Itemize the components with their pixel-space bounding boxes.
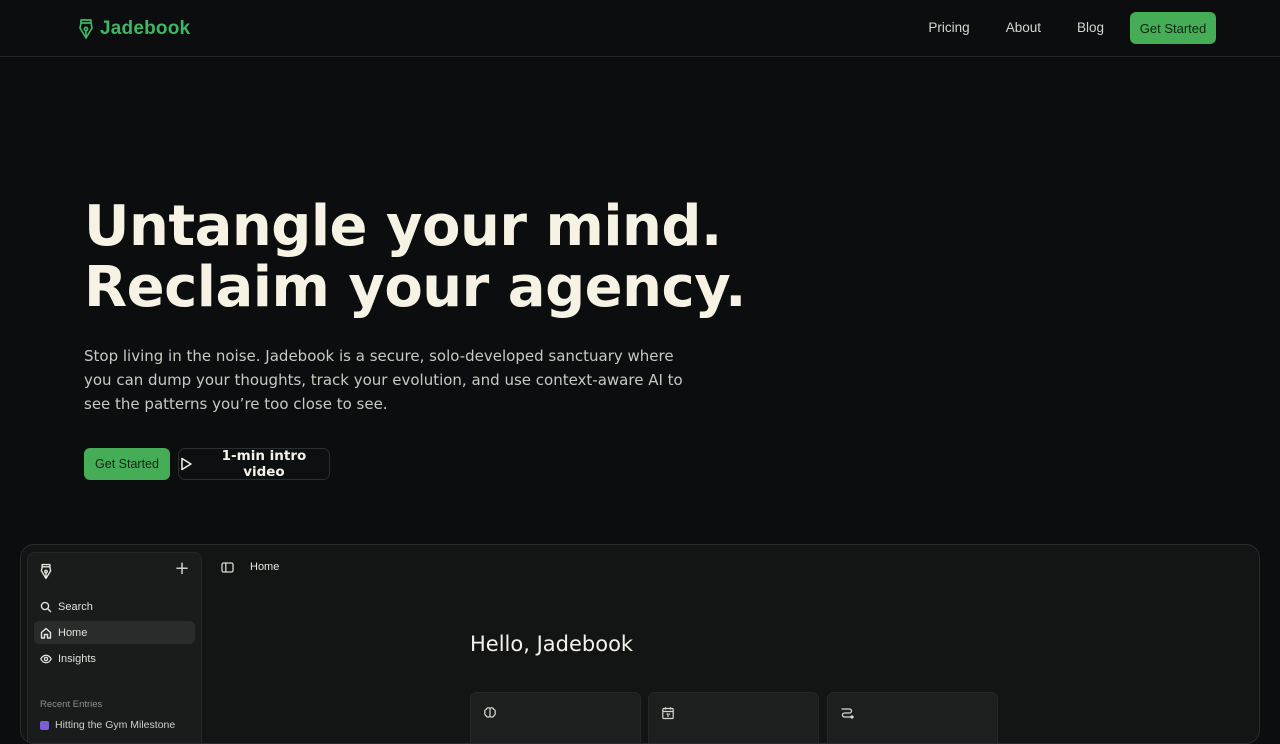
hero-title-line-1: Untangle your mind. bbox=[84, 194, 722, 259]
brain-icon bbox=[484, 707, 496, 718]
sidebar-item-label: Home bbox=[58, 626, 88, 639]
sidebar-item-label: Search bbox=[58, 600, 93, 613]
nav-get-started-button[interactable]: Get Started bbox=[1130, 12, 1216, 44]
hero-title-line-2: Reclaim your agency. bbox=[84, 255, 746, 320]
sidebar-item-search[interactable]: Search bbox=[34, 595, 195, 618]
intro-video-label: 1-min intro video bbox=[221, 448, 307, 480]
sidebar-item-label: Insights bbox=[58, 652, 96, 665]
hero-cta-group: Get Started 1-min intro video bbox=[84, 448, 330, 480]
hero-subtitle: Stop living in the noise. Jadebook is a … bbox=[84, 347, 683, 413]
recent-entry-item[interactable]: Hitting the Gym Milestone bbox=[40, 719, 190, 731]
recent-entries-heading: Recent Entries bbox=[40, 699, 103, 710]
nav-link-blog[interactable]: Blog bbox=[1077, 12, 1104, 44]
nav-link-pricing[interactable]: Pricing bbox=[928, 12, 969, 44]
sidebar-item-home[interactable]: Home bbox=[34, 621, 195, 644]
pen-nib-icon bbox=[40, 563, 52, 580]
app-header: Home bbox=[221, 557, 279, 577]
nav-link-about[interactable]: About bbox=[1006, 12, 1041, 44]
feature-card-timeline[interactable] bbox=[827, 692, 998, 743]
feature-card-calendar[interactable] bbox=[648, 692, 819, 743]
app-sidebar: + Search Home Insights Recent Entries Hi… bbox=[27, 552, 202, 743]
app-preview-window: + Search Home Insights Recent Entries Hi… bbox=[20, 544, 1260, 744]
new-entry-plus-icon[interactable]: + bbox=[172, 559, 192, 579]
play-icon bbox=[181, 457, 192, 471]
sidebar-item-insights[interactable]: Insights bbox=[34, 647, 195, 670]
top-navbar: Jadebook Pricing About Blog Get Started bbox=[0, 0, 1280, 57]
recent-entry-title: Hitting the Gym Milestone bbox=[55, 719, 176, 731]
hero-get-started-button[interactable]: Get Started bbox=[84, 448, 170, 480]
sidebar-toggle-icon[interactable] bbox=[221, 561, 234, 574]
pen-nib-icon bbox=[79, 19, 93, 39]
main-nav: Pricing About Blog Get Started bbox=[928, 12, 1216, 44]
brand-logo-link[interactable]: Jadebook bbox=[78, 15, 190, 43]
calendar-icon bbox=[662, 707, 674, 720]
route-icon bbox=[841, 708, 854, 719]
greeting-title: Hello, Jadebook bbox=[470, 632, 634, 656]
search-icon bbox=[40, 601, 52, 612]
hero-title: Untangle your mind. Reclaim your agency. bbox=[84, 196, 746, 318]
home-icon bbox=[40, 627, 52, 639]
brand-name: Jadebook bbox=[100, 18, 191, 39]
eye-icon bbox=[40, 654, 52, 663]
breadcrumb: Home bbox=[250, 561, 280, 573]
feature-card-ai[interactable] bbox=[470, 692, 641, 743]
entry-mood-icon bbox=[40, 720, 49, 730]
intro-video-button[interactable]: 1-min intro video bbox=[178, 448, 330, 480]
